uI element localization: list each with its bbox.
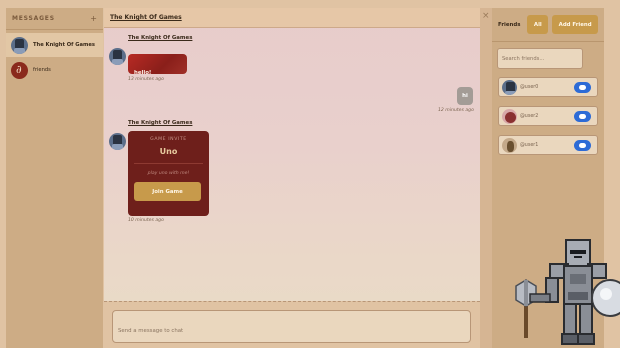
message-time: 12 minutes ago: [438, 108, 474, 113]
chat-header: The Knight Of Games: [104, 8, 480, 28]
sender-avatar[interactable]: [109, 48, 126, 65]
chat-title[interactable]: The Knight Of Games: [110, 14, 182, 21]
friend-avatar: [502, 79, 517, 95]
invite-divider: [134, 163, 203, 164]
conversation-item-knight[interactable]: The Knight Of Games: [6, 33, 103, 57]
own-message-bubble: hi: [457, 87, 473, 105]
friend-item[interactable]: @user0: [498, 77, 598, 97]
message-time: 13 minutes ago: [128, 77, 164, 82]
message-input-placeholder: Send a message to chat: [118, 328, 184, 334]
friend-name: @user2: [520, 113, 539, 119]
sidebar-header: MESSAGES +: [6, 8, 103, 30]
sender-name[interactable]: The Knight Of Games: [128, 120, 192, 126]
game-invite-card: GAME INVITE Uno play uno with me! Join G…: [128, 131, 209, 216]
message-text: hello!: [134, 70, 152, 76]
friend-name: @user0: [520, 84, 539, 90]
join-game-button[interactable]: Join Game: [134, 182, 201, 201]
composer-area: Send a message to chat: [104, 301, 480, 348]
new-conversation-button[interactable]: +: [90, 14, 97, 23]
friend-item[interactable]: @user2: [498, 106, 598, 126]
friend-item[interactable]: @user1: [498, 135, 598, 155]
add-friend-button[interactable]: Add Friend: [552, 15, 598, 34]
sender-name[interactable]: The Knight Of Games: [128, 35, 192, 41]
friend-name: @user1: [520, 142, 539, 148]
friend-search-placeholder: Search friends...: [502, 55, 545, 62]
conversation-name: friends: [33, 67, 51, 73]
chat-bubble-icon[interactable]: [574, 140, 591, 151]
conversation-name: The Knight Of Games: [33, 42, 95, 48]
friend-avatar: [502, 137, 517, 153]
invite-game-name: Uno: [159, 147, 178, 156]
knight-avatar: [11, 36, 28, 54]
chat-panel: The Knight Of Games The Knight Of Games …: [104, 8, 480, 348]
chat-bubble-icon[interactable]: [574, 111, 591, 122]
close-icon[interactable]: ×: [482, 11, 490, 21]
sender-avatar[interactable]: [109, 133, 126, 150]
invite-message: play uno with me!: [147, 171, 190, 176]
friends-title: Friends: [498, 21, 521, 28]
conversations-sidebar: MESSAGES + The Knight Of Games friends: [6, 8, 103, 348]
message-text: hi: [462, 93, 468, 99]
message-list: The Knight Of Games hello! 13 minutes ag…: [104, 29, 480, 300]
invite-label: GAME INVITE: [150, 137, 187, 142]
group-avatar: [11, 61, 28, 79]
sidebar-title: MESSAGES: [12, 15, 55, 22]
friends-header: Friends All Add Friend: [492, 8, 604, 42]
conversation-item-friends[interactable]: friends: [6, 58, 103, 82]
knight-mascot-icon: [515, 239, 620, 345]
panel-divider: [480, 8, 492, 348]
message-input[interactable]: Send a message to chat: [112, 310, 471, 343]
message-bubble: hello!: [128, 54, 187, 76]
chat-bubble-icon[interactable]: [574, 82, 591, 93]
message-time: 10 minutes ago: [128, 218, 164, 223]
all-friends-button[interactable]: All: [527, 15, 549, 34]
friend-search-input[interactable]: Search friends...: [497, 48, 583, 69]
friend-avatar: [502, 108, 517, 124]
